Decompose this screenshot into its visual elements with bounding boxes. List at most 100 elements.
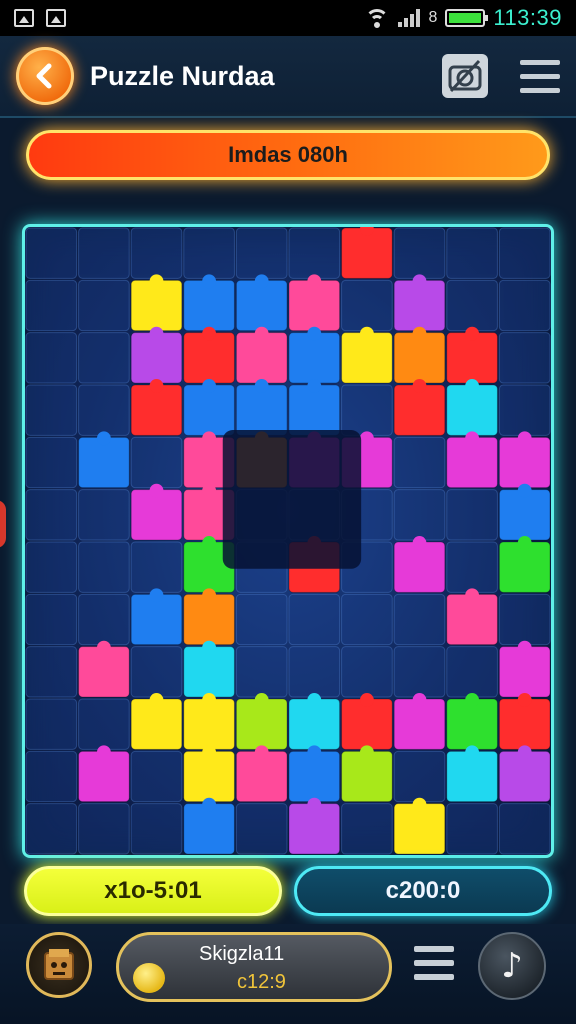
player-score: c12:9 — [237, 971, 286, 993]
puzzle-piece-knob — [517, 693, 532, 707]
puzzle-piece-knob — [96, 745, 111, 760]
empty-slot — [341, 803, 393, 855]
empty-slot — [25, 541, 78, 593]
header-menu-button[interactable] — [520, 59, 560, 93]
missing-pieces-area[interactable] — [222, 430, 362, 569]
puzzle-piece-knob — [517, 745, 532, 760]
empty-slot — [25, 489, 78, 541]
player-name: Skigzla11 — [199, 943, 285, 965]
progress-bar: Imdas 080h — [26, 130, 550, 180]
empty-slot — [393, 489, 446, 541]
no-camera-icon — [448, 59, 482, 93]
puzzle-piece-knob — [149, 693, 164, 707]
empty-slot — [78, 489, 130, 541]
app-header: Puzzle Nurdaa — [0, 36, 576, 118]
empty-slot — [130, 227, 183, 279]
progress-label: Imdas 080h — [228, 142, 348, 167]
puzzle-piece-knob — [465, 326, 480, 341]
empty-slot — [25, 279, 78, 332]
empty-slot — [130, 646, 183, 698]
image-icon — [46, 9, 66, 27]
puzzle-piece-knob — [202, 379, 217, 393]
puzzle-board[interactable] — [22, 224, 554, 858]
empty-slot — [446, 489, 498, 541]
empty-slot — [25, 593, 78, 646]
empty-slot — [78, 279, 130, 332]
puzzle-piece-knob — [465, 745, 480, 760]
puzzle-piece-knob — [202, 536, 217, 550]
puzzle-piece-knob — [412, 326, 427, 341]
score-pill: c200:0 — [294, 866, 552, 916]
empty-slot — [498, 384, 551, 436]
puzzle-piece-knob — [465, 693, 480, 707]
puzzle-piece-knob — [202, 745, 217, 760]
puzzle-piece-knob — [202, 431, 217, 446]
empty-slot — [235, 227, 288, 279]
puzzle-piece-knob — [412, 536, 427, 550]
player-card[interactable]: Skigzla11 c12:9 — [116, 932, 392, 1002]
empty-slot — [341, 646, 393, 698]
puzzle-piece-knob — [254, 693, 269, 707]
empty-slot — [130, 750, 183, 803]
empty-slot — [498, 593, 551, 646]
empty-slot — [446, 646, 498, 698]
bottom-bar: Skigzla11 c12:9 ♪ — [0, 924, 576, 1024]
puzzle-piece-knob — [149, 274, 164, 289]
puzzle-piece-knob — [307, 693, 322, 707]
hamburger-icon — [520, 59, 560, 65]
empty-slot — [78, 698, 130, 750]
page-title: Puzzle Nurdaa — [90, 60, 275, 91]
empty-slot — [498, 279, 551, 332]
music-button[interactable]: ♪ — [478, 932, 546, 1000]
side-drawer-tab[interactable] — [0, 500, 6, 548]
puzzle-piece-knob — [465, 379, 480, 393]
empty-slot — [130, 803, 183, 855]
puzzle-piece-knob — [517, 640, 532, 655]
empty-slot — [393, 646, 446, 698]
back-button[interactable] — [16, 47, 74, 105]
empty-slot — [25, 698, 78, 750]
empty-slot — [288, 646, 341, 698]
empty-slot — [393, 436, 446, 489]
puzzle-piece-knob — [202, 588, 217, 603]
empty-slot — [235, 593, 288, 646]
puzzle-piece-knob — [254, 379, 269, 393]
empty-slot — [25, 803, 78, 855]
puzzle-piece-knob — [307, 379, 322, 393]
empty-slot — [25, 646, 78, 698]
gallery-icon — [14, 9, 34, 27]
empty-slot — [25, 384, 78, 436]
bottom-menu-button[interactable] — [414, 946, 454, 980]
puzzle-piece-knob — [149, 326, 164, 341]
empty-slot — [78, 332, 130, 384]
puzzle-piece-knob — [202, 797, 217, 812]
status-time: 113:39 — [493, 5, 562, 30]
empty-slot — [235, 803, 288, 855]
puzzle-piece-knob — [517, 431, 532, 446]
puzzle-piece-knob — [202, 693, 217, 707]
puzzle-grid[interactable] — [25, 227, 551, 855]
empty-slot — [498, 803, 551, 855]
music-note-icon: ♪ — [501, 946, 523, 986]
puzzle-piece-knob — [149, 379, 164, 393]
status-bar: 8 113:39 — [0, 0, 576, 36]
empty-slot — [498, 227, 551, 279]
empty-slot — [78, 227, 130, 279]
chevron-left-icon — [36, 63, 52, 89]
puzzle-piece-knob — [359, 326, 374, 341]
empty-slot — [341, 593, 393, 646]
puzzle-piece-knob — [202, 483, 217, 498]
empty-slot — [78, 384, 130, 436]
empty-slot — [78, 541, 130, 593]
battery-icon — [445, 9, 489, 27]
puzzle-piece-knob — [254, 745, 269, 760]
empty-slot — [183, 227, 235, 279]
puzzle-piece-knob — [202, 326, 217, 341]
avatar[interactable] — [26, 932, 92, 998]
puzzle-piece-knob — [307, 745, 322, 760]
camera-toggle-button[interactable] — [442, 54, 488, 98]
empty-slot — [288, 593, 341, 646]
empty-slot — [25, 436, 78, 489]
empty-slot — [78, 593, 130, 646]
empty-slot — [25, 227, 78, 279]
